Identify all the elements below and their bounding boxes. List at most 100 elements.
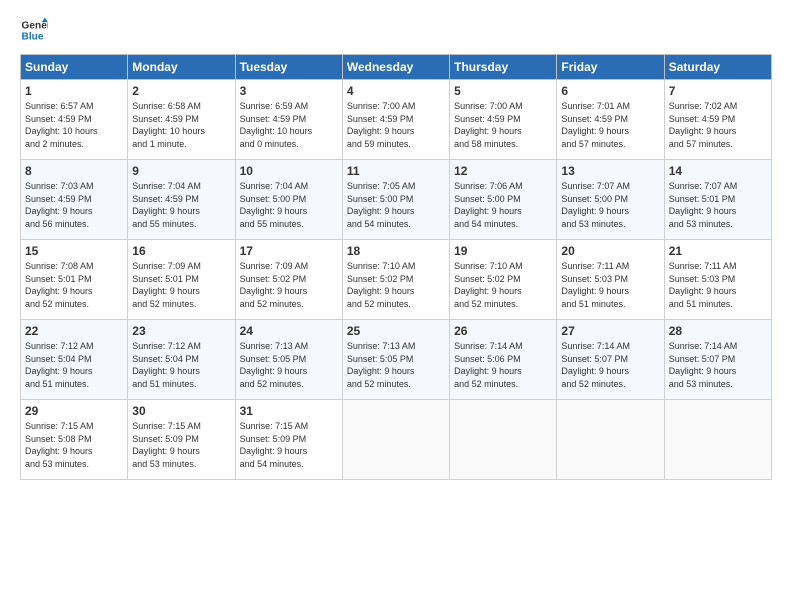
day-number: 17 [240,244,338,258]
calendar-cell [557,400,664,480]
calendar-cell: 8 Sunrise: 7:03 AMSunset: 4:59 PMDaylight… [21,160,128,240]
calendar-cell: 24 Sunrise: 7:13 AMSunset: 5:05 PMDayligh… [235,320,342,400]
calendar-cell: 23 Sunrise: 7:12 AMSunset: 5:04 PMDayligh… [128,320,235,400]
day-number: 18 [347,244,445,258]
day-info: Sunrise: 7:07 AMSunset: 5:00 PMDaylight:… [561,180,659,230]
day-info: Sunrise: 7:15 AMSunset: 5:08 PMDaylight:… [25,420,123,470]
calendar-cell [664,400,771,480]
day-number: 15 [25,244,123,258]
calendar-cell: 5Sunrise: 7:00 AMSunset: 4:59 PMDaylight… [450,80,557,160]
calendar-cell: 19 Sunrise: 7:10 AMSunset: 5:02 PMDayligh… [450,240,557,320]
day-number: 31 [240,404,338,418]
calendar-cell: 26 Sunrise: 7:14 AMSunset: 5:06 PMDayligh… [450,320,557,400]
calendar-week-row: 1Sunrise: 6:57 AMSunset: 4:59 PMDaylight… [21,80,772,160]
calendar-cell: 20 Sunrise: 7:11 AMSunset: 5:03 PMDayligh… [557,240,664,320]
day-info: Sunrise: 7:10 AMSunset: 5:02 PMDaylight:… [454,260,552,310]
day-number: 20 [561,244,659,258]
calendar-cell: 4 Sunrise: 7:00 AMSunset: 4:59 PMDaylight… [342,80,449,160]
calendar-cell: 27 Sunrise: 7:14 AMSunset: 5:07 PMDayligh… [557,320,664,400]
day-info: Sunrise: 7:11 AMSunset: 5:03 PMDaylight:… [669,260,767,310]
day-info: Sunrise: 7:09 AMSunset: 5:01 PMDaylight:… [132,260,230,310]
day-info: Sunrise: 7:14 AMSunset: 5:07 PMDaylight:… [561,340,659,390]
calendar-cell: 13 Sunrise: 7:07 AMSunset: 5:00 PMDayligh… [557,160,664,240]
day-info: Sunrise: 7:13 AMSunset: 5:05 PMDaylight:… [347,340,445,390]
day-number: 12 [454,164,552,178]
calendar-cell: 16 Sunrise: 7:09 AMSunset: 5:01 PMDayligh… [128,240,235,320]
day-number: 21 [669,244,767,258]
page: General Blue SundayMondayTuesdayWednesda… [0,0,792,612]
day-info: Sunrise: 7:09 AMSunset: 5:02 PMDaylight:… [240,260,338,310]
logo-icon: General Blue [20,16,48,44]
day-info: Sunrise: 7:01 AMSunset: 4:59 PMDaylight:… [561,100,659,150]
day-number: 16 [132,244,230,258]
day-info: Sunrise: 7:03 AMSunset: 4:59 PMDaylight:… [25,180,123,230]
day-number: 6 [561,84,659,98]
weekday-header: Tuesday [235,55,342,80]
header: General Blue [20,16,772,44]
calendar-cell: 12Sunrise: 7:06 AMSunset: 5:00 PMDayligh… [450,160,557,240]
day-info: Sunrise: 7:14 AMSunset: 5:07 PMDaylight:… [669,340,767,390]
calendar-cell: 14 Sunrise: 7:07 AMSunset: 5:01 PMDayligh… [664,160,771,240]
day-number: 14 [669,164,767,178]
day-info: Sunrise: 7:00 AMSunset: 4:59 PMDaylight:… [347,100,445,150]
day-info: Sunrise: 7:11 AMSunset: 5:03 PMDaylight:… [561,260,659,310]
weekday-header: Sunday [21,55,128,80]
day-info: Sunrise: 7:05 AMSunset: 5:00 PMDaylight:… [347,180,445,230]
day-number: 2 [132,84,230,98]
day-info: Sunrise: 6:58 AMSunset: 4:59 PMDaylight:… [132,100,230,150]
calendar-cell: 15 Sunrise: 7:08 AMSunset: 5:01 PMDayligh… [21,240,128,320]
day-number: 25 [347,324,445,338]
calendar-cell: 1Sunrise: 6:57 AMSunset: 4:59 PMDaylight… [21,80,128,160]
calendar-cell: 18Sunrise: 7:10 AMSunset: 5:02 PMDayligh… [342,240,449,320]
weekday-header: Saturday [664,55,771,80]
calendar-cell: 21 Sunrise: 7:11 AMSunset: 5:03 PMDayligh… [664,240,771,320]
weekday-header: Thursday [450,55,557,80]
weekday-header: Wednesday [342,55,449,80]
day-number: 19 [454,244,552,258]
day-number: 8 [25,164,123,178]
calendar-cell: 6 Sunrise: 7:01 AMSunset: 4:59 PMDaylight… [557,80,664,160]
day-info: Sunrise: 7:08 AMSunset: 5:01 PMDaylight:… [25,260,123,310]
day-info: Sunrise: 7:07 AMSunset: 5:01 PMDaylight:… [669,180,767,230]
day-info: Sunrise: 7:12 AMSunset: 5:04 PMDaylight:… [132,340,230,390]
day-number: 26 [454,324,552,338]
day-info: Sunrise: 7:15 AMSunset: 5:09 PMDaylight:… [132,420,230,470]
day-number: 4 [347,84,445,98]
calendar-cell [450,400,557,480]
day-number: 24 [240,324,338,338]
day-number: 10 [240,164,338,178]
calendar-cell: 31 Sunrise: 7:15 AMSunset: 5:09 PMDayligh… [235,400,342,480]
day-info: Sunrise: 7:02 AMSunset: 4:59 PMDaylight:… [669,100,767,150]
calendar-week-row: 29Sunrise: 7:15 AMSunset: 5:08 PMDayligh… [21,400,772,480]
day-number: 28 [669,324,767,338]
weekday-header: Friday [557,55,664,80]
calendar-cell: 29Sunrise: 7:15 AMSunset: 5:08 PMDayligh… [21,400,128,480]
calendar-cell: 30 Sunrise: 7:15 AMSunset: 5:09 PMDayligh… [128,400,235,480]
day-number: 30 [132,404,230,418]
day-info: Sunrise: 7:04 AMSunset: 5:00 PMDaylight:… [240,180,338,230]
day-info: Sunrise: 7:15 AMSunset: 5:09 PMDaylight:… [240,420,338,470]
calendar-week-row: 15 Sunrise: 7:08 AMSunset: 5:01 PMDayligh… [21,240,772,320]
day-info: Sunrise: 7:14 AMSunset: 5:06 PMDaylight:… [454,340,552,390]
day-number: 23 [132,324,230,338]
calendar-cell: 2 Sunrise: 6:58 AMSunset: 4:59 PMDaylight… [128,80,235,160]
calendar-cell: 9Sunrise: 7:04 AMSunset: 4:59 PMDaylight… [128,160,235,240]
day-number: 3 [240,84,338,98]
day-info: Sunrise: 7:13 AMSunset: 5:05 PMDaylight:… [240,340,338,390]
svg-text:Blue: Blue [22,31,44,42]
calendar-table: SundayMondayTuesdayWednesdayThursdayFrid… [20,54,772,480]
day-number: 13 [561,164,659,178]
calendar-cell: 3Sunrise: 6:59 AMSunset: 4:59 PMDaylight… [235,80,342,160]
logo: General Blue [20,16,48,44]
calendar-week-row: 8 Sunrise: 7:03 AMSunset: 4:59 PMDaylight… [21,160,772,240]
day-number: 9 [132,164,230,178]
header-row: SundayMondayTuesdayWednesdayThursdayFrid… [21,55,772,80]
calendar-cell: 11 Sunrise: 7:05 AMSunset: 5:00 PMDayligh… [342,160,449,240]
day-number: 7 [669,84,767,98]
day-number: 11 [347,164,445,178]
day-number: 27 [561,324,659,338]
day-info: Sunrise: 6:57 AMSunset: 4:59 PMDaylight:… [25,100,123,150]
day-info: Sunrise: 7:12 AMSunset: 5:04 PMDaylight:… [25,340,123,390]
calendar-cell: 28 Sunrise: 7:14 AMSunset: 5:07 PMDayligh… [664,320,771,400]
day-info: Sunrise: 7:00 AMSunset: 4:59 PMDaylight:… [454,100,552,150]
